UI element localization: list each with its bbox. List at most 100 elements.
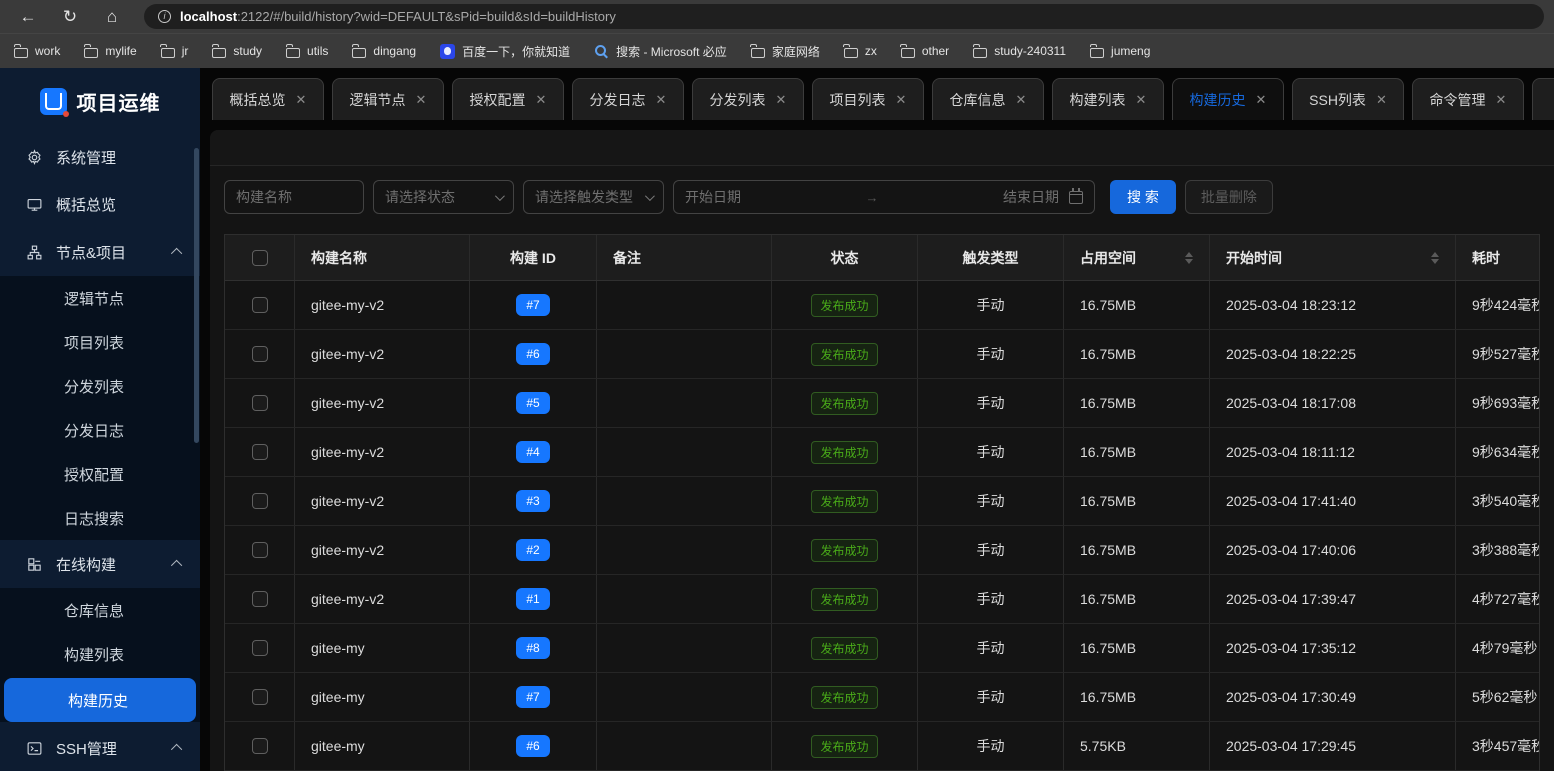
tab-close-icon[interactable]: ✕: [896, 92, 907, 108]
sidebar-subitem[interactable]: 分发日志: [0, 408, 200, 452]
bookmark-item[interactable]: utils: [285, 44, 329, 58]
build-id-badge[interactable]: #2: [516, 539, 550, 561]
home-icon[interactable]: ⌂: [94, 4, 130, 30]
tab-close-icon[interactable]: ✕: [1256, 92, 1267, 108]
bookmark-item[interactable]: study-240311: [972, 44, 1066, 58]
row-checkbox[interactable]: [251, 493, 268, 509]
page-tab[interactable]: 概括总览 ✕: [212, 78, 324, 120]
sidebar-subitem-repo[interactable]: 仓库信息: [0, 588, 200, 632]
sidebar-subitem-build-list[interactable]: 构建列表: [0, 632, 200, 676]
row-checkbox[interactable]: [251, 738, 268, 754]
build-id-badge[interactable]: #6: [516, 343, 550, 365]
sidebar-subitem[interactable]: 项目列表: [0, 320, 200, 364]
monitor-icon: [26, 196, 43, 213]
bookmark-item[interactable]: mylife: [83, 44, 137, 58]
note-cell: [597, 624, 772, 672]
sort-icon[interactable]: [1431, 251, 1439, 264]
sidebar-subitem[interactable]: 逻辑节点: [0, 276, 200, 320]
row-checkbox[interactable]: [251, 444, 268, 460]
sidebar-group-label: 在线构建: [56, 556, 117, 574]
sidebar-subitem[interactable]: 分发列表: [0, 364, 200, 408]
bookmark-item[interactable]: 搜索 - Microsoft 必应: [594, 43, 727, 60]
build-id-badge[interactable]: #7: [516, 686, 550, 708]
build-id-badge[interactable]: #8: [516, 637, 550, 659]
table-row: gitee-my #7 发布成功 手动 16.75MB 2025-03-04 1…: [225, 673, 1539, 722]
page-tab[interactable]: 构建列表 ✕: [1052, 78, 1164, 120]
bookmark-item[interactable]: work: [13, 44, 60, 58]
bookmark-icon: [594, 44, 609, 59]
sort-icon[interactable]: [1185, 251, 1193, 264]
tab-close-icon[interactable]: ✕: [656, 92, 667, 108]
batch-delete-button[interactable]: 批量删除: [1184, 180, 1273, 214]
row-checkbox[interactable]: [251, 346, 268, 362]
tab-close-icon[interactable]: ✕: [1376, 92, 1387, 108]
address-bar[interactable]: i localhost:2122/#/build/history?wid=DEF…: [144, 4, 1544, 29]
page-tab[interactable]: 构建历史 ✕: [1172, 78, 1284, 120]
tab-close-icon[interactable]: ✕: [416, 92, 427, 108]
sidebar-scrollbar[interactable]: [194, 148, 199, 443]
sidebar-group-nodes[interactable]: 节点&项目: [0, 228, 200, 276]
build-name-cell: gitee-my: [295, 722, 470, 770]
bookmark-item[interactable]: 家庭网络: [750, 43, 820, 60]
row-checkbox[interactable]: [251, 640, 268, 656]
tab-close-icon[interactable]: ✕: [776, 92, 787, 108]
build-id-badge[interactable]: #6: [516, 735, 550, 757]
select-all-checkbox[interactable]: [251, 249, 268, 266]
bookmark-label: utils: [307, 44, 329, 58]
build-id-badge[interactable]: #7: [516, 294, 550, 316]
page-tab[interactable]: SSH列表 ✕: [1292, 78, 1404, 120]
duration-cell: 3秒388毫秒: [1472, 542, 1539, 558]
row-checkbox[interactable]: [251, 297, 268, 313]
trigger-cell: 手动: [918, 428, 1064, 476]
app-logo[interactable]: 项目运维: [0, 68, 200, 134]
row-checkbox[interactable]: [251, 591, 268, 607]
sidebar-group-build[interactable]: 在线构建: [0, 540, 200, 588]
sidebar-group-ssh[interactable]: SSH管理: [0, 724, 200, 771]
sidebar-subitem[interactable]: 日志搜索: [0, 496, 200, 540]
page-tab[interactable]: 命令管理 ✕: [1412, 78, 1524, 120]
tab-close-icon[interactable]: ✕: [1016, 92, 1027, 108]
row-checkbox[interactable]: [251, 395, 268, 411]
sidebar-item-overview[interactable]: 概括总览: [0, 181, 200, 228]
build-id-badge[interactable]: #4: [516, 441, 550, 463]
tab-close-icon[interactable]: ✕: [1136, 92, 1147, 108]
tab-close-icon[interactable]: ✕: [536, 92, 547, 108]
date-range-picker[interactable]: 开始日期 → 结束日期: [673, 180, 1095, 214]
page-tab[interactable]: 逻辑节点 ✕: [332, 78, 444, 120]
back-icon[interactable]: ←: [10, 4, 46, 30]
page-tab[interactable]: 分发列表 ✕: [692, 78, 804, 120]
page-tab[interactable]: 仓库信息 ✕: [932, 78, 1044, 120]
build-name-input[interactable]: 构建名称: [224, 180, 364, 214]
bookmark-icon: [440, 43, 456, 59]
build-id-badge[interactable]: #3: [516, 490, 550, 512]
bookmark-item[interactable]: jumeng: [1089, 44, 1150, 58]
bookmark-item[interactable]: zx: [843, 44, 877, 58]
page-tab[interactable]: 授权配置 ✕: [452, 78, 564, 120]
tab-close-icon[interactable]: ✕: [296, 92, 307, 108]
sidebar-subitem-build-history[interactable]: 构建历史: [4, 678, 196, 722]
sidebar-subitem[interactable]: 授权配置: [0, 452, 200, 496]
sidebar-item-system[interactable]: 系统管理: [0, 134, 200, 181]
build-id-badge[interactable]: #5: [516, 392, 550, 414]
bookmark-icon: [211, 44, 227, 58]
build-id-badge[interactable]: #1: [516, 588, 550, 610]
tab-close-icon[interactable]: ✕: [1496, 92, 1507, 108]
bookmark-item[interactable]: 百度一下，你就知道: [440, 43, 570, 60]
page-info-icon[interactable]: i: [158, 10, 171, 23]
page-tab[interactable]: 分发日志 ✕: [572, 78, 684, 120]
status-select[interactable]: 请选择状态: [373, 180, 514, 214]
bookmark-item[interactable]: study: [211, 44, 262, 58]
sidebar: 项目运维 系统管理 概括总览 节点&项目 逻辑节点 项目列表 分发列表 分发日志…: [0, 68, 200, 771]
row-checkbox[interactable]: [251, 542, 268, 558]
bookmark-item[interactable]: jr: [160, 44, 188, 58]
bookmark-item[interactable]: other: [900, 44, 949, 58]
trigger-type-select[interactable]: 请选择触发类型: [523, 180, 664, 214]
search-button[interactable]: 搜 索: [1110, 180, 1176, 214]
row-checkbox[interactable]: [251, 689, 268, 705]
trigger-cell: 手动: [918, 575, 1064, 623]
page-tab[interactable]: 项目列表 ✕: [812, 78, 924, 120]
refresh-icon[interactable]: ↻: [52, 4, 88, 30]
bookmark-item[interactable]: dingang: [351, 44, 416, 58]
page-tab[interactable]: 命 ✕: [1532, 78, 1554, 120]
table-row: gitee-my-v2 #6 发布成功 手动 16.75MB 2025-03-0…: [225, 330, 1539, 379]
